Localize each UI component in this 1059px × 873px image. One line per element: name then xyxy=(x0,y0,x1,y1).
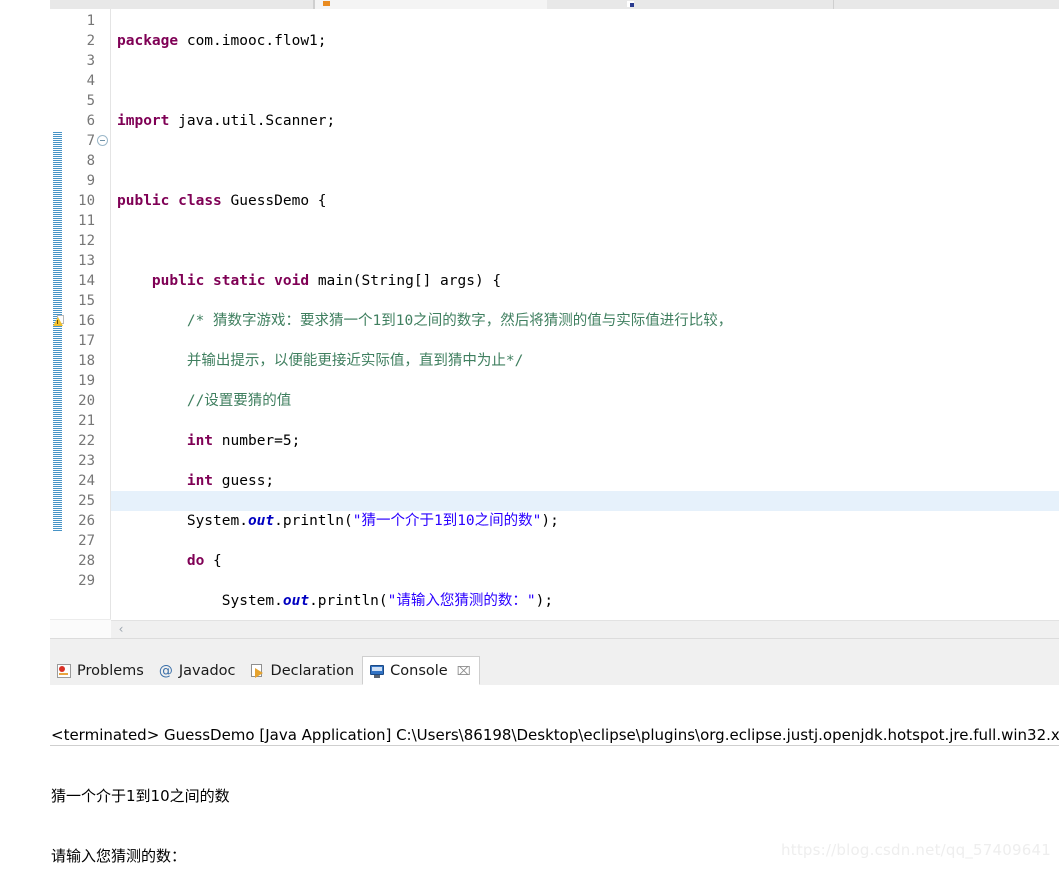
code-line-2[interactable] xyxy=(111,71,1059,91)
line-number: 5 xyxy=(86,93,95,109)
change-bar xyxy=(53,131,62,531)
editor-tab-inactive-1[interactable] xyxy=(50,0,314,9)
line-number: 26 xyxy=(78,513,95,529)
tab-console[interactable]: Console ⌧ xyxy=(362,656,480,685)
line-number: 12 xyxy=(78,233,95,249)
console-output[interactable]: <terminated> GuessDemo [Java Application… xyxy=(50,685,1059,873)
close-icon[interactable]: ⌧ xyxy=(457,664,471,678)
tab-javadoc-label: Javadoc xyxy=(178,662,236,679)
code-line-13[interactable]: System.out.println("猜一个介于1到10之间的数"); xyxy=(111,511,1059,531)
code-line-15[interactable]: System.out.println("请输入您猜测的数："); xyxy=(111,591,1059,611)
console-view[interactable]: Problems @ Javadoc Declaration Console ⌧… xyxy=(50,656,1059,873)
line-number: 2 xyxy=(86,33,95,49)
line-number: 23 xyxy=(78,453,95,469)
code-editor[interactable]: 1 2 3 4 5 6 7 8 9 10 11 12 13 14 15 16 17 18 19 20 21 22 23 24 2… xyxy=(50,9,1059,638)
code-line-8[interactable]: /* 猜数字游戏：要求猜一个1到10之间的数字，然后将猜测的值与实际值进行比较， xyxy=(111,311,1059,331)
line-number: 24 xyxy=(78,473,95,489)
line-number: 13 xyxy=(78,253,95,269)
line-number: 3 xyxy=(86,53,95,69)
line-number: 28 xyxy=(78,553,95,569)
code-line-6[interactable] xyxy=(111,231,1059,251)
tab-javadoc[interactable]: @ Javadoc xyxy=(152,656,244,685)
line-number: 20 xyxy=(78,393,95,409)
tab-console-label: Console xyxy=(390,662,448,679)
code-line-3[interactable]: import java.util.Scanner; xyxy=(111,111,1059,131)
editor-tab-icon xyxy=(627,1,634,7)
editor-corner xyxy=(50,619,111,638)
line-number: 17 xyxy=(78,333,95,349)
editor-horizontal-scrollbar[interactable]: ‹ xyxy=(111,620,1059,638)
code-line-11[interactable]: int number=5; xyxy=(111,431,1059,451)
line-number: 16 xyxy=(78,313,95,329)
code-line-5[interactable]: public class GuessDemo { xyxy=(111,191,1059,211)
line-number: 21 xyxy=(78,413,95,429)
editor-tab-inactive-3[interactable] xyxy=(834,0,1059,9)
console-line: 猜一个介于1到10之间的数 xyxy=(51,787,230,805)
fold-collapse-icon[interactable] xyxy=(97,135,108,146)
line-number: 18 xyxy=(78,353,95,369)
line-number-ruler: 1 2 3 4 5 6 7 8 9 10 11 12 13 14 15 16 17 18 19 20 21 22 23 24 2… xyxy=(66,9,96,638)
tab-problems-label: Problems xyxy=(77,662,144,679)
editor-tab-inactive-2[interactable] xyxy=(547,0,834,9)
line-number: 4 xyxy=(86,73,95,89)
line-number: 15 xyxy=(78,293,95,309)
console-launch-line: <terminated> GuessDemo [Java Application… xyxy=(50,726,1059,746)
code-line-12[interactable]: int guess; xyxy=(111,471,1059,491)
line-number: 11 xyxy=(78,213,95,229)
warning-marker-icon[interactable] xyxy=(52,315,65,328)
code-line-10[interactable]: //设置要猜的值 xyxy=(111,391,1059,411)
code-line-1[interactable]: package com.imooc.flow1; xyxy=(111,31,1059,51)
line-number: 14 xyxy=(78,273,95,289)
console-line: 请输入您猜测的数： xyxy=(51,847,187,865)
line-number: 19 xyxy=(78,373,95,389)
line-number: 25 xyxy=(78,493,95,509)
line-number: 9 xyxy=(86,173,95,189)
java-file-icon xyxy=(323,1,330,6)
line-number: 10 xyxy=(78,193,95,209)
code-line-9[interactable]: 并输出提示，以便能更接近实际值，直到猜中为止*/ xyxy=(111,351,1059,371)
tab-declaration-label: Declaration xyxy=(270,662,355,679)
scroll-left-arrow-icon[interactable]: ‹ xyxy=(115,623,127,636)
line-number: 6 xyxy=(86,113,95,129)
line-number: 27 xyxy=(78,533,95,549)
line-number: 7 xyxy=(86,133,95,149)
javadoc-icon: @ xyxy=(158,662,173,679)
console-icon xyxy=(369,663,385,679)
view-separator xyxy=(50,638,1059,657)
line-number: 1 xyxy=(86,13,95,29)
problems-icon xyxy=(56,663,72,679)
editor-tab-active[interactable] xyxy=(314,0,548,9)
code-line-7[interactable]: public static void main(String[] args) { xyxy=(111,271,1059,291)
code-line-4[interactable] xyxy=(111,151,1059,171)
code-area[interactable]: package com.imooc.flow1; import java.uti… xyxy=(111,9,1059,638)
source-code[interactable]: package com.imooc.flow1; import java.uti… xyxy=(111,9,1059,638)
line-number: 8 xyxy=(86,153,95,169)
tab-declaration[interactable]: Declaration xyxy=(244,656,363,685)
declaration-icon xyxy=(250,663,266,679)
line-number: 22 xyxy=(78,433,95,449)
code-line-14[interactable]: do { xyxy=(111,551,1059,571)
editor-marker-ruler[interactable] xyxy=(50,9,66,638)
line-number: 29 xyxy=(78,573,95,589)
view-tab-bar[interactable]: Problems @ Javadoc Declaration Console ⌧ xyxy=(50,656,1059,686)
tab-problems[interactable]: Problems xyxy=(50,656,152,685)
folding-ruler[interactable] xyxy=(96,9,111,638)
